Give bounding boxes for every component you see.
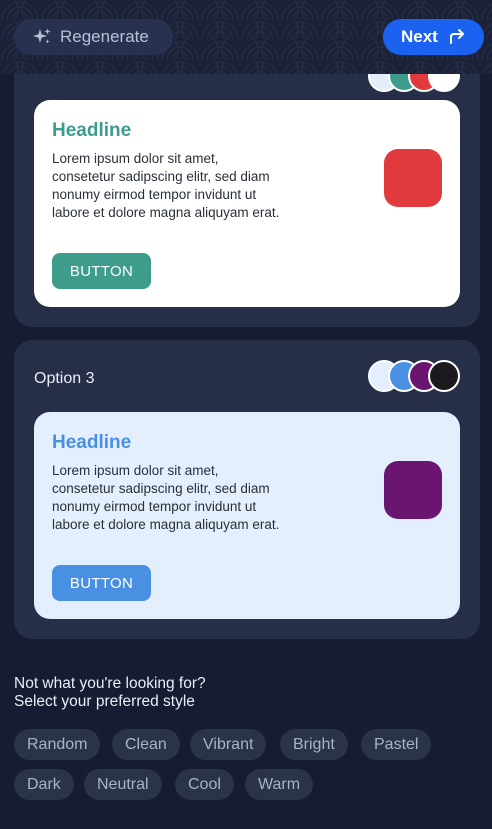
card-body-text: Lorem ipsum dolor sit amet, consetetur s… [52, 151, 280, 220]
next-button[interactable]: Next [383, 19, 484, 55]
style-chip-clean[interactable]: Clean [112, 729, 180, 760]
style-chip-neutral[interactable]: Neutral [84, 769, 162, 800]
style-chip-vibrant[interactable]: Vibrant [190, 729, 267, 760]
accent-color-square [384, 461, 442, 519]
card-headline: Headline [52, 432, 132, 453]
style-prompt-line: Select your preferred style [14, 693, 195, 710]
style-chip-bright[interactable]: Bright [280, 729, 348, 760]
style-chip-pastel[interactable]: Pastel [361, 729, 432, 760]
preview-card: Headline Lorem ipsum dolor sit amet, con… [34, 412, 460, 619]
style-picker-screen: Headline Lorem ipsum dolor sit amet, con… [0, 0, 492, 829]
card-preview-button[interactable]: BUTTON [52, 253, 151, 289]
accent-color-square [384, 149, 442, 207]
style-prompt: Not what you're looking for? Select your… [14, 675, 474, 711]
style-chip-cool[interactable]: Cool [175, 769, 234, 800]
option-panel[interactable]: Headline Lorem ipsum dolor sit amet, con… [14, 40, 480, 327]
regenerate-button[interactable]: Regenerate [14, 19, 173, 55]
style-chip-warm[interactable]: Warm [245, 769, 314, 800]
style-prompt-line: Not what you're looking for? [14, 675, 206, 692]
palette-swatches [368, 360, 460, 392]
top-bar: Regenerate Next [0, 0, 492, 74]
preview-card: Headline Lorem ipsum dolor sit amet, con… [34, 100, 460, 307]
style-chip-dark[interactable]: Dark [14, 769, 74, 800]
color-swatch [428, 360, 460, 392]
redo-arrow-icon [448, 28, 466, 46]
next-label: Next [401, 27, 438, 46]
card-body-text: Lorem ipsum dolor sit amet, consetetur s… [52, 463, 280, 532]
card-preview-button[interactable]: BUTTON [52, 565, 151, 601]
option-panel[interactable]: Option 3 Headline Lorem ipsum dolor sit … [14, 340, 480, 639]
card-headline: Headline [52, 120, 132, 141]
regenerate-label: Regenerate [60, 27, 149, 46]
option-title: Option 3 [34, 370, 95, 387]
sparkles-icon [32, 27, 52, 47]
style-chip-random[interactable]: Random [14, 729, 101, 760]
